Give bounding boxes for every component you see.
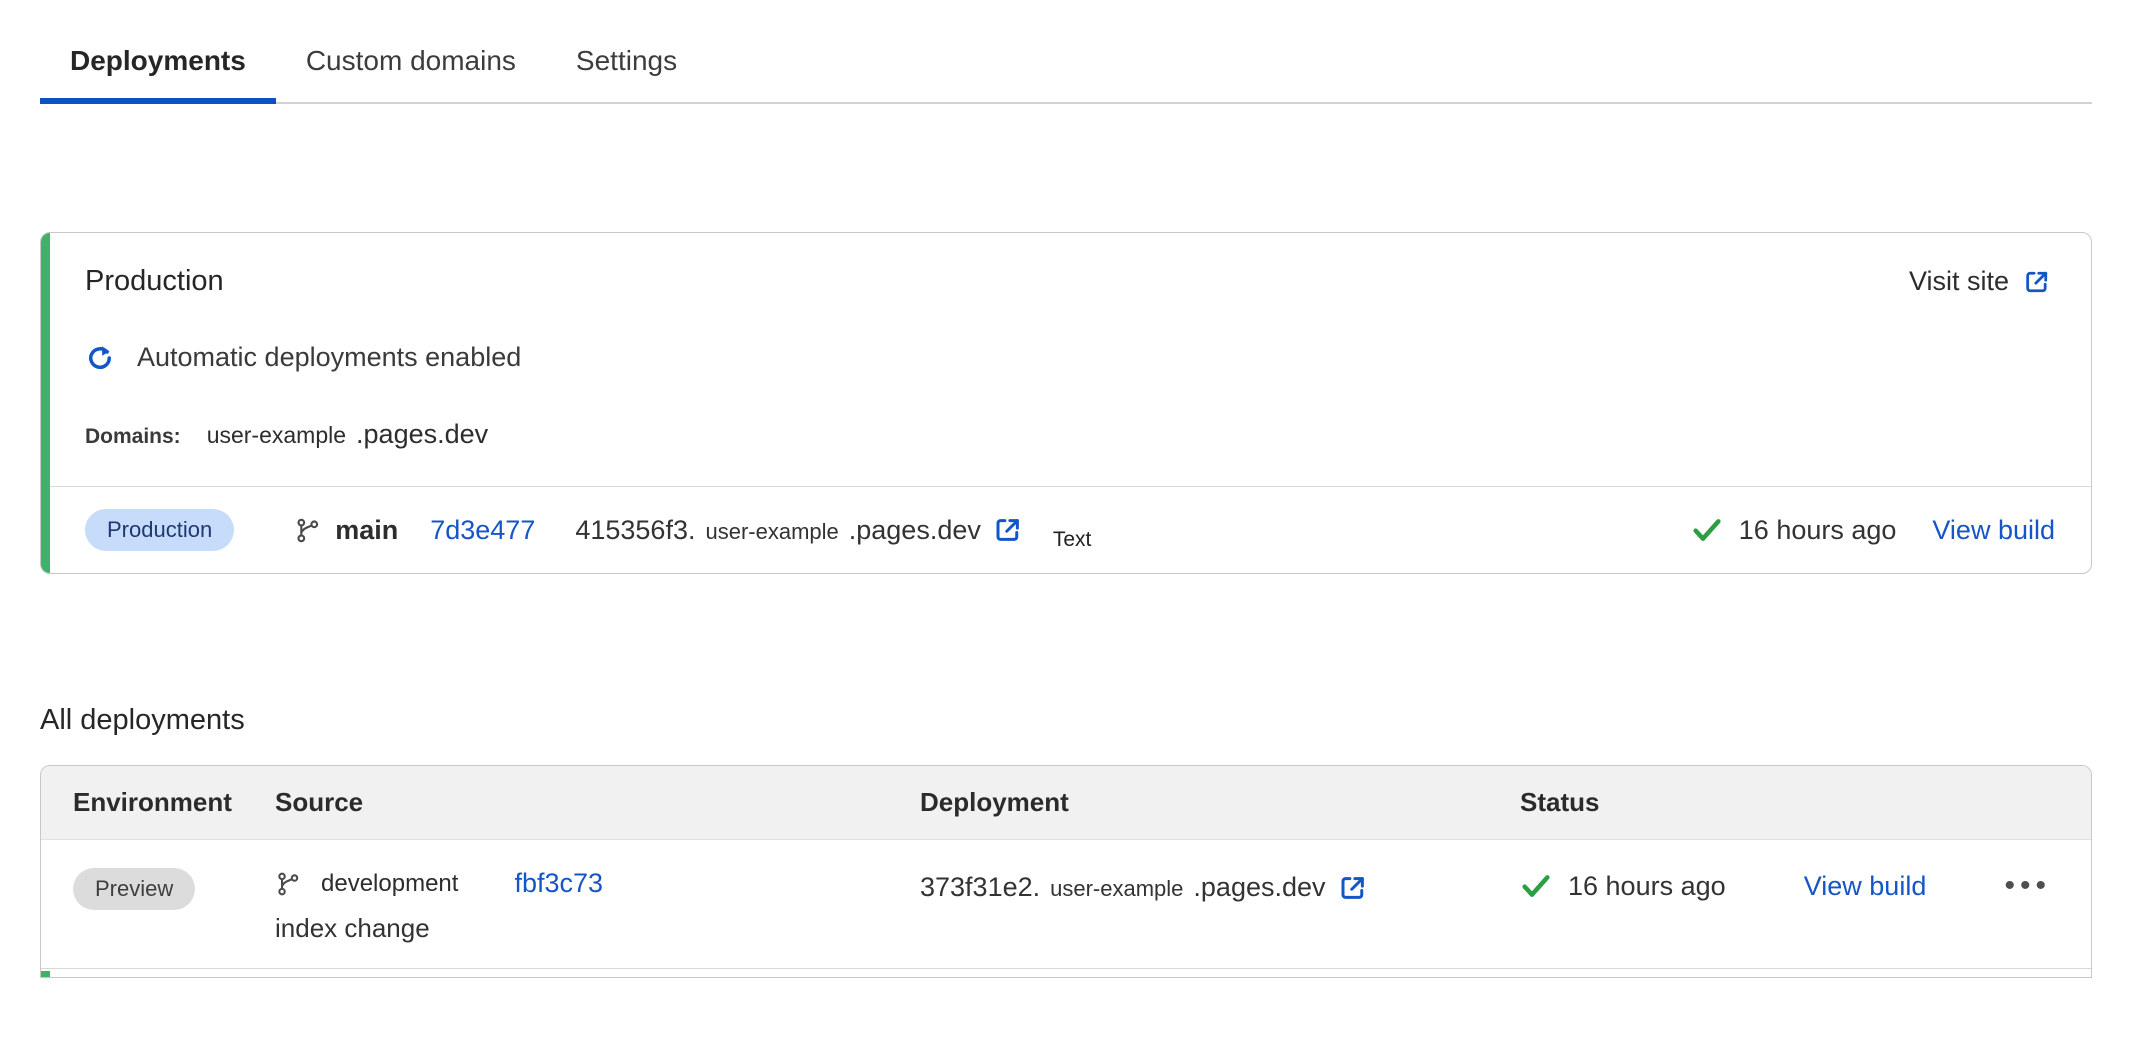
tab-label: Deployments xyxy=(70,45,246,76)
git-branch-icon xyxy=(275,871,301,897)
deployment-url-suffix: .pages.dev xyxy=(849,515,981,546)
status-cell: 16 hours ago View build ••• xyxy=(1520,868,2091,902)
deployment-status-group: 16 hours ago xyxy=(1520,870,1726,902)
tab-label: Custom domains xyxy=(306,45,516,76)
deployment-time: 16 hours ago xyxy=(1568,871,1726,902)
ellipsis-menu-icon[interactable]: ••• xyxy=(2004,871,2051,901)
external-link-icon[interactable] xyxy=(993,515,1023,545)
auto-deployments-text: Automatic deployments enabled xyxy=(137,342,521,373)
production-card-body: Production Visit site Automa xyxy=(41,233,2091,486)
domain-name: user-example xyxy=(207,422,346,449)
tab-custom-domains[interactable]: Custom domains xyxy=(276,28,546,102)
domains-row: Domains: user-example .pages.dev xyxy=(85,419,2051,450)
tab-settings[interactable]: Settings xyxy=(546,28,707,102)
deployment-url-prefix: 415356f3. xyxy=(575,515,695,546)
source-cell: development fbf3c73 index change xyxy=(275,868,920,944)
deployment-url-name: user-example xyxy=(1050,876,1183,902)
deployment-url-prefix: 373f31e2. xyxy=(920,872,1040,903)
table-row: Preview development fbf3c73 index change xyxy=(41,840,2091,968)
deployment-time: 16 hours ago xyxy=(1739,515,1897,546)
check-icon xyxy=(1691,514,1723,546)
tab-bar: Deployments Custom domains Settings xyxy=(40,28,2092,104)
visit-site-link[interactable]: Visit site xyxy=(1909,266,2051,297)
deployment-cell[interactable]: 373f31e2. user-example .pages.dev xyxy=(920,868,1520,903)
environment-badge: Production xyxy=(85,509,234,551)
refresh-icon xyxy=(85,343,115,373)
view-build-link[interactable]: View build xyxy=(1804,871,1927,902)
text-note: Text xyxy=(1053,528,1092,552)
commit-message: index change xyxy=(275,913,920,944)
commit-link[interactable]: fbf3c73 xyxy=(514,868,603,899)
domain-suffix: .pages.dev xyxy=(356,419,488,450)
deployment-url-name: user-example xyxy=(705,519,838,545)
table-header-row: Environment Source Deployment Status xyxy=(41,766,2091,840)
branch-name: development xyxy=(321,870,458,898)
environment-cell: Preview xyxy=(73,868,275,910)
column-header-status: Status xyxy=(1520,787,2091,818)
column-header-source: Source xyxy=(275,787,920,818)
auto-deployments-row: Automatic deployments enabled xyxy=(85,342,2051,373)
next-row-peek xyxy=(41,968,2091,977)
external-link-icon[interactable] xyxy=(1338,873,1368,903)
tab-label: Settings xyxy=(576,45,677,76)
external-link-icon xyxy=(2023,268,2051,296)
column-header-deployment: Deployment xyxy=(920,787,1520,818)
column-header-environment: Environment xyxy=(73,787,275,818)
deployment-url[interactable]: 415356f3. user-example .pages.dev xyxy=(575,515,1023,546)
deployment-url-suffix: .pages.dev xyxy=(1193,872,1325,903)
domains-label: Domains: xyxy=(85,425,181,449)
visit-site-label: Visit site xyxy=(1909,266,2009,297)
all-deployments-heading: All deployments xyxy=(40,704,2092,737)
production-card-title: Production xyxy=(85,265,224,298)
commit-link[interactable]: 7d3e477 xyxy=(430,515,535,546)
check-icon xyxy=(1520,870,1552,902)
deployments-table: Environment Source Deployment Status Pre… xyxy=(40,765,2092,978)
tab-deployments[interactable]: Deployments xyxy=(40,28,276,102)
environment-badge: Preview xyxy=(73,868,195,910)
branch-group: main xyxy=(294,515,398,546)
branch-name: main xyxy=(335,515,398,546)
production-deployment-row: Production main 7d3e477 415356f3. user-e… xyxy=(41,486,2091,573)
view-build-link[interactable]: View build xyxy=(1932,515,2055,546)
production-card: Production Visit site Automa xyxy=(40,232,2092,574)
deployment-status-group: 16 hours ago View build xyxy=(1691,514,2055,546)
git-branch-icon xyxy=(294,517,321,544)
